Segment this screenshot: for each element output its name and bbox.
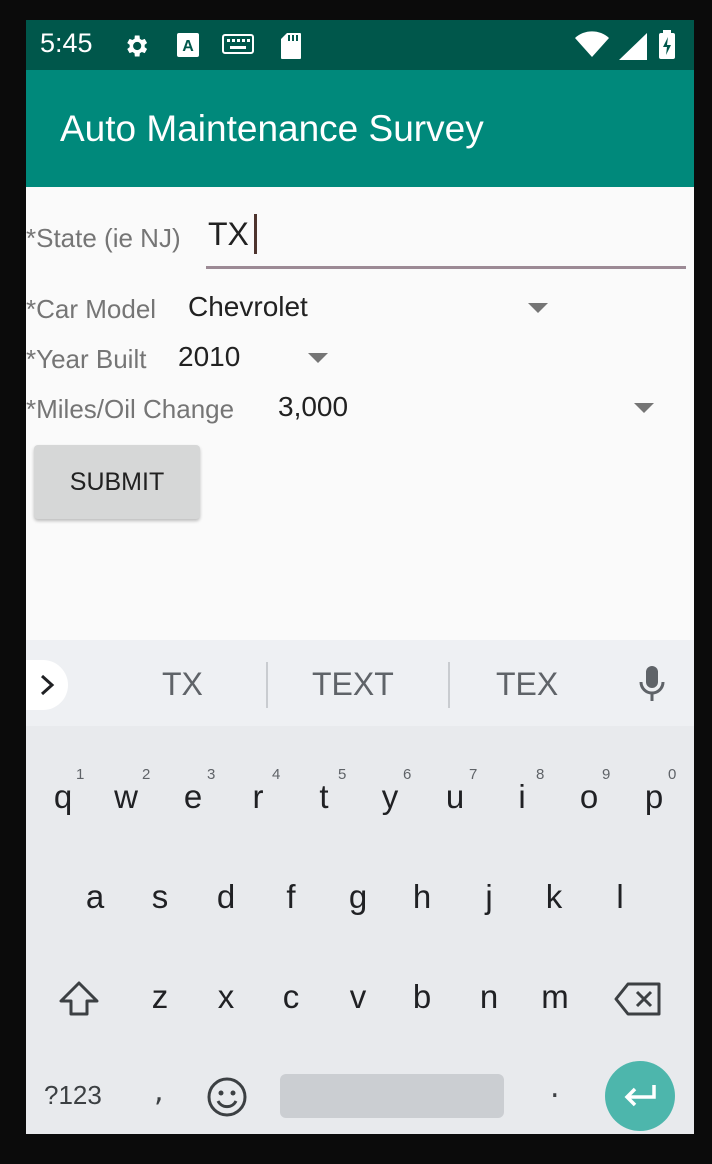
key-t[interactable]: t	[304, 778, 344, 816]
suggestion-item[interactable]: TEXT	[312, 666, 394, 703]
key-g[interactable]: g	[338, 878, 378, 916]
state-input[interactable]: TX	[206, 210, 686, 269]
key-n[interactable]: n	[469, 978, 509, 1016]
enter-arrow-icon	[624, 1085, 656, 1107]
key-hint: 3	[207, 766, 216, 783]
year-built-dropdown-arrow-icon[interactable]	[308, 353, 328, 363]
keyboard-expand-button[interactable]	[26, 660, 68, 710]
text-cursor	[254, 214, 257, 254]
year-built-label: *Year Built	[26, 344, 147, 374]
key-hint: 0	[668, 766, 677, 783]
keyboard-status-icon	[222, 32, 254, 60]
status-time: 5:45	[40, 28, 93, 58]
key-hint: 7	[469, 766, 478, 783]
key-m[interactable]: m	[535, 978, 575, 1016]
suggestion-item[interactable]: TEX	[496, 666, 558, 703]
key-e[interactable]: e	[173, 778, 213, 816]
key-j[interactable]: j	[469, 878, 509, 916]
suggestion-divider	[266, 662, 268, 708]
miles-oil-change-label: *Miles/Oil Change	[26, 394, 235, 424]
key-q[interactable]: q	[43, 778, 83, 816]
svg-text:A: A	[182, 38, 194, 55]
submit-button[interactable]: SUBMIT	[34, 445, 200, 519]
comma-key[interactable]: ,	[154, 1074, 164, 1109]
key-k[interactable]: k	[534, 878, 574, 916]
key-p[interactable]: p	[634, 778, 674, 816]
shift-icon[interactable]	[58, 980, 100, 1022]
suggestion-divider	[448, 662, 450, 708]
sd-card-icon	[280, 32, 302, 64]
settings-icon	[122, 32, 150, 64]
state-input-value: TX	[208, 216, 249, 252]
car-model-dropdown[interactable]: Chevrolet	[188, 291, 308, 323]
a-notification-icon: A	[176, 32, 200, 62]
suggestion-bar: TX TEXT TEX	[26, 640, 694, 726]
symbols-key[interactable]: ?123	[44, 1080, 102, 1111]
key-hint: 2	[142, 766, 151, 783]
key-i[interactable]: i	[502, 778, 542, 816]
key-y[interactable]: y	[370, 778, 410, 816]
microphone-icon[interactable]	[638, 664, 666, 708]
key-hint: 6	[403, 766, 412, 783]
key-h[interactable]: h	[402, 878, 442, 916]
miles-oil-change-dropdown-arrow-icon[interactable]	[634, 403, 654, 413]
signal-icon	[618, 32, 648, 64]
key-d[interactable]: d	[206, 878, 246, 916]
key-x[interactable]: x	[206, 978, 246, 1016]
key-hint: 9	[602, 766, 611, 783]
key-hint: 4	[272, 766, 281, 783]
space-bar[interactable]	[280, 1074, 504, 1118]
key-w[interactable]: w	[106, 778, 146, 816]
emoji-icon[interactable]	[206, 1076, 248, 1122]
key-z[interactable]: z	[140, 978, 180, 1016]
backspace-icon[interactable]	[614, 982, 662, 1020]
soft-keyboard: TX TEXT TEX q 1 w 2 e 3 r 4 t 5 y 6 u 7 …	[26, 640, 694, 1134]
key-s[interactable]: s	[140, 878, 180, 916]
key-hint: 5	[338, 766, 347, 783]
chevron-right-icon	[40, 674, 55, 696]
key-hint: 8	[536, 766, 545, 783]
suggestion-item[interactable]: TX	[162, 666, 203, 703]
key-f[interactable]: f	[271, 878, 311, 916]
key-a[interactable]: a	[75, 878, 115, 916]
key-hint: 1	[76, 766, 85, 783]
key-v[interactable]: v	[338, 978, 378, 1016]
year-built-dropdown[interactable]: 2010	[178, 341, 240, 373]
status-bar: 5:45 A	[26, 20, 694, 70]
key-b[interactable]: b	[402, 978, 442, 1016]
key-l[interactable]: l	[600, 878, 640, 916]
key-c[interactable]: c	[271, 978, 311, 1016]
car-model-label: *Car Model	[26, 294, 157, 324]
wifi-icon	[574, 30, 610, 62]
app-screen: 5:45 A Auto Maintenance Survey *State (i…	[26, 20, 694, 1134]
key-o[interactable]: o	[569, 778, 609, 816]
miles-oil-change-dropdown[interactable]: 3,000	[278, 391, 348, 423]
app-title: Auto Maintenance Survey	[60, 108, 484, 149]
car-model-dropdown-arrow-icon[interactable]	[528, 303, 548, 313]
period-key[interactable]: .	[550, 1070, 560, 1105]
battery-charging-icon	[658, 30, 676, 64]
app-bar: Auto Maintenance Survey	[26, 70, 694, 187]
state-label: *State (ie NJ)	[26, 223, 181, 253]
enter-button[interactable]	[605, 1061, 675, 1131]
key-u[interactable]: u	[435, 778, 475, 816]
key-r[interactable]: r	[238, 778, 278, 816]
